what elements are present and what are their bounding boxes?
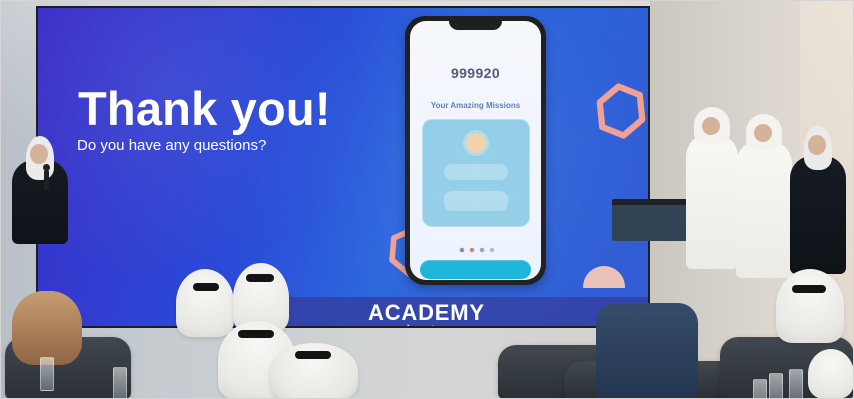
score-value: 999920 (450, 65, 501, 81)
water-glass (769, 373, 783, 399)
audience-suit (596, 303, 698, 399)
audience-headband (238, 330, 274, 338)
audience-woman-hair (12, 291, 82, 365)
audience-headscarf-right (808, 349, 854, 399)
water-glass (113, 367, 127, 399)
microphone-icon (43, 164, 50, 190)
audience-headband (792, 285, 826, 293)
speaker-left (12, 136, 72, 244)
audience-headband (193, 283, 219, 291)
missions-title: Your Amazing Missions (430, 101, 521, 110)
audience-headscarf-right (776, 269, 844, 343)
slide-title: Thank you! (78, 82, 331, 135)
score-row: 999920 (410, 65, 541, 83)
mission-card (422, 119, 530, 227)
audience-headband (246, 274, 274, 282)
decor-hexagon-right (587, 77, 648, 145)
mission-badge-icon (466, 133, 486, 153)
water-glass (40, 357, 54, 391)
speaker-right-1-face (702, 117, 720, 135)
speaker-right-2-face (754, 124, 772, 142)
audience-headband (295, 351, 331, 359)
speaker-left-face (30, 144, 48, 164)
event-photo: Thank you! Do you have any questions? 99… (0, 0, 854, 399)
mission-line (444, 191, 508, 211)
speaker-right-3-face (808, 135, 826, 155)
slide-subtitle: Do you have any questions? (77, 137, 267, 154)
water-glass (789, 369, 803, 399)
mission-line (444, 164, 508, 180)
audience-area (0, 229, 854, 399)
phone-notch (449, 21, 502, 30)
water-glass (753, 379, 767, 399)
audience-headscarf (176, 269, 234, 337)
